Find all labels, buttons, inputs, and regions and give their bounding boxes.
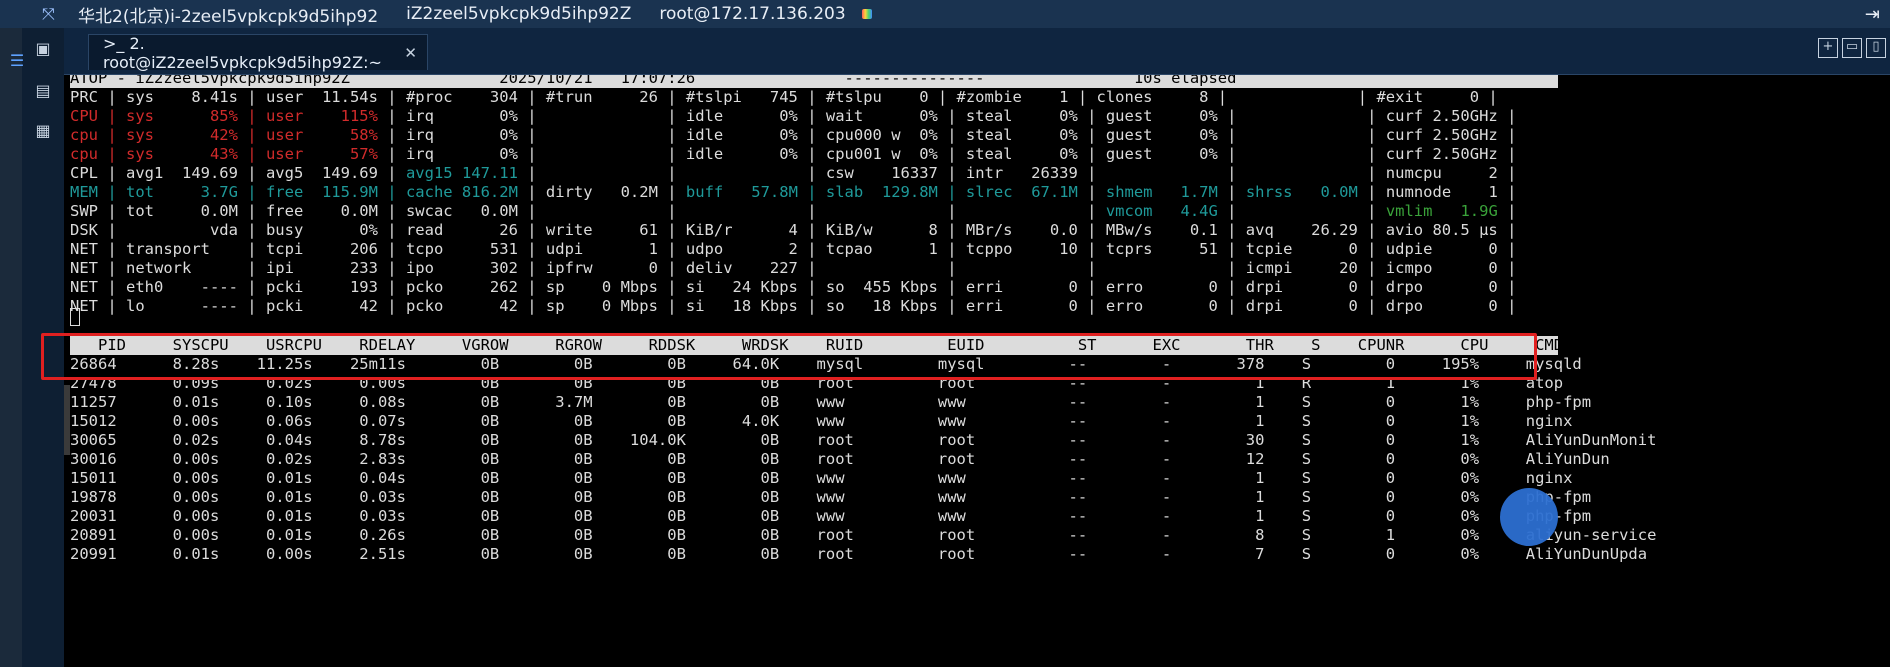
stat-segment: cpu | sys 42% | user 58% (70, 126, 388, 144)
left-rail: ◷ (0, 0, 22, 667)
table-row: 15012 0.00s 0.06s 0.07s 0B 0B 0B 4.0K ww… (70, 412, 1573, 430)
stat-line: NET | eth0 ---- | pcki 193 | pcko 262 | … (70, 278, 1516, 297)
table-row: 30016 0.00s 0.02s 2.83s 0B 0B 0B 0B root… (70, 450, 1610, 468)
cursor-line (70, 308, 80, 327)
stat-line: DSK | vda | busy 0% | read 26 | write 61… (70, 221, 1516, 240)
assistant-button[interactable] (1500, 488, 1558, 546)
stat-line: NET | network | ipi 233 | ipo 302 | ipfr… (70, 259, 1516, 278)
table-row: 20031 0.00s 0.01s 0.03s 0B 0B 0B 0B www … (70, 507, 1592, 525)
stat-segment: DSK | vda | busy 0% | read 26 | write 61… (70, 221, 1517, 239)
apps-icon[interactable]: ▦ (30, 120, 56, 142)
tab-strip: >_ 2. root@iZ2zeel5vpkcpk9d5ihp92Z:~ ✕ +… (64, 28, 1890, 75)
stat-line: NET | lo ---- | pcki 42 | pcko 42 | sp 0… (70, 297, 1516, 316)
scroll-handle[interactable] (64, 385, 70, 455)
stat-line: SWP | tot 0.0M | free 0.0M | swcac 0.0M … (70, 202, 1516, 221)
text-cursor (70, 308, 80, 326)
close-icon[interactable]: ✕ (404, 44, 417, 62)
stat-line: cpu | sys 42% | user 58% | irq 0% | | id… (70, 126, 1516, 145)
login-address: root@172.17.136.203 (659, 4, 846, 24)
table-row: 11257 0.01s 0.10s 0.08s 0B 3.7M 0B 0B ww… (70, 393, 1592, 411)
stat-segment: | (1497, 202, 1517, 220)
tab-actions: + ▭ ▯ (1818, 38, 1886, 58)
stat-segment: | irq 0% | | idle 0% | cpu001 w 0% | ste… (387, 145, 1517, 163)
stat-segment: | | | csw 16337 | intr 26339 | | | numcp… (517, 164, 1517, 182)
table-row: 20991 0.01s 0.00s 2.51s 0B 0B 0B 0B root… (70, 545, 1648, 563)
table-row: 20891 0.00s 0.01s 0.26s 0B 0B 0B 0B root… (70, 526, 1657, 544)
stat-segment: buff 57.8M | slab 129.8M | slrec 67.1M (685, 183, 1078, 201)
window-titlebar: ⤧ 华北2(北京)i-2zeel5vpkcpk9d5ihp92 iZ2zeel5… (0, 0, 1890, 28)
instance-name: 华北2(北京)i-2zeel5vpkcpk9d5ihp92 (78, 6, 379, 27)
table-row: 19878 0.00s 0.01s 0.03s 0B 0B 0B 0B www … (70, 488, 1592, 506)
stat-line: MEM | tot 3.7G | free 115.9M | cache 816… (70, 183, 1516, 202)
table-row: 30065 0.02s 0.04s 8.78s 0B 0B 104.0K 0B … (70, 431, 1657, 449)
stat-segment: | | (1217, 202, 1386, 220)
stat-segment: | dirty 0.2M | (517, 183, 686, 201)
stat-line: cpu | sys 43% | user 57% | irq 0% | | id… (70, 145, 1516, 164)
stat-segment: | (1077, 183, 1106, 201)
stat-segment: avg15 147.11 (405, 164, 518, 182)
stat-segment: CPU | sys 85% | user 115% (70, 107, 388, 125)
stat-segment: shrss 0.0M (1245, 183, 1358, 201)
files-icon[interactable]: ▤ (30, 80, 56, 102)
stat-line: NET | transport | tcpi 206 | tcpo 531 | … (70, 240, 1516, 259)
add-tab-icon[interactable]: + (1818, 38, 1838, 58)
split-vertical-icon[interactable]: ▯ (1866, 38, 1886, 58)
atop-header: ATOP - iZ2zeel5vpkcpk9d5ihp92Z 2025/10/2… (70, 75, 1558, 88)
stat-segment: shmem 1.7M (1105, 183, 1218, 201)
stat-segment: | irq 0% | | idle 0% | wait 0% | steal 0… (387, 107, 1517, 125)
stat-segment: | numnode 1 | (1357, 183, 1517, 201)
stat-segment: vmcom 4.4G (1105, 202, 1218, 220)
tab-label: >_ 2. root@iZ2zeel5vpkcpk9d5ihp92Z:~ (103, 33, 382, 72)
split-icon[interactable]: ▭ (1842, 38, 1862, 58)
stat-line: CPU | sys 85% | user 115% | irq 0% | | i… (70, 107, 1516, 126)
status-icon (861, 9, 872, 19)
stat-segment: NET | network | ipi 233 | ipo 302 | ipfr… (70, 259, 1517, 277)
hostname: iZ2zeel5vpkcpk9d5ihp92Z (406, 4, 632, 24)
stat-segment: PRC | sys 8.41s | user 11.54s | #proc 30… (70, 88, 1498, 106)
table-row: 15011 0.00s 0.01s 0.04s 0B 0B 0B 0B www … (70, 469, 1573, 487)
stat-segment: vmlim 1.9G (1385, 202, 1498, 220)
exit-icon[interactable]: ⇥ (1865, 4, 1880, 25)
stat-segment: cpu | sys 43% | user 57% (70, 145, 388, 163)
stat-segment: NET | eth0 ---- | pcki 193 | pcko 262 | … (70, 278, 1517, 296)
stat-segment: SWP | tot 0.0M | free 0.0M | swcac 0.0M … (70, 202, 1106, 220)
stat-segment: | (1217, 183, 1246, 201)
stat-segment: MEM | tot 3.7G | free 115.9M | cache 816… (70, 183, 518, 201)
stat-line: PRC | sys 8.41s | user 11.54s | #proc 30… (70, 88, 1498, 107)
highlight-annotation-box (41, 333, 1537, 380)
stat-segment: CPL | avg1 149.69 | avg5 149.69 | (70, 164, 406, 182)
expand-icon[interactable]: ⤧ (42, 4, 64, 24)
tab-terminal-session[interactable]: >_ 2. root@iZ2zeel5vpkcpk9d5ihp92Z:~ ✕ (88, 33, 428, 72)
terminal-icon[interactable]: ▣ (30, 38, 56, 60)
stat-segment: NET | transport | tcpi 206 | tcpo 531 | … (70, 240, 1517, 258)
list-icon[interactable]: ☰ (4, 50, 30, 72)
stat-segment: | irq 0% | | idle 0% | cpu000 w 0% | ste… (387, 126, 1517, 144)
stat-line: CPL | avg1 149.69 | avg5 149.69 | avg15 … (70, 164, 1516, 183)
stat-segment: NET | lo ---- | pcki 42 | pcko 42 | sp 0… (70, 297, 1517, 315)
